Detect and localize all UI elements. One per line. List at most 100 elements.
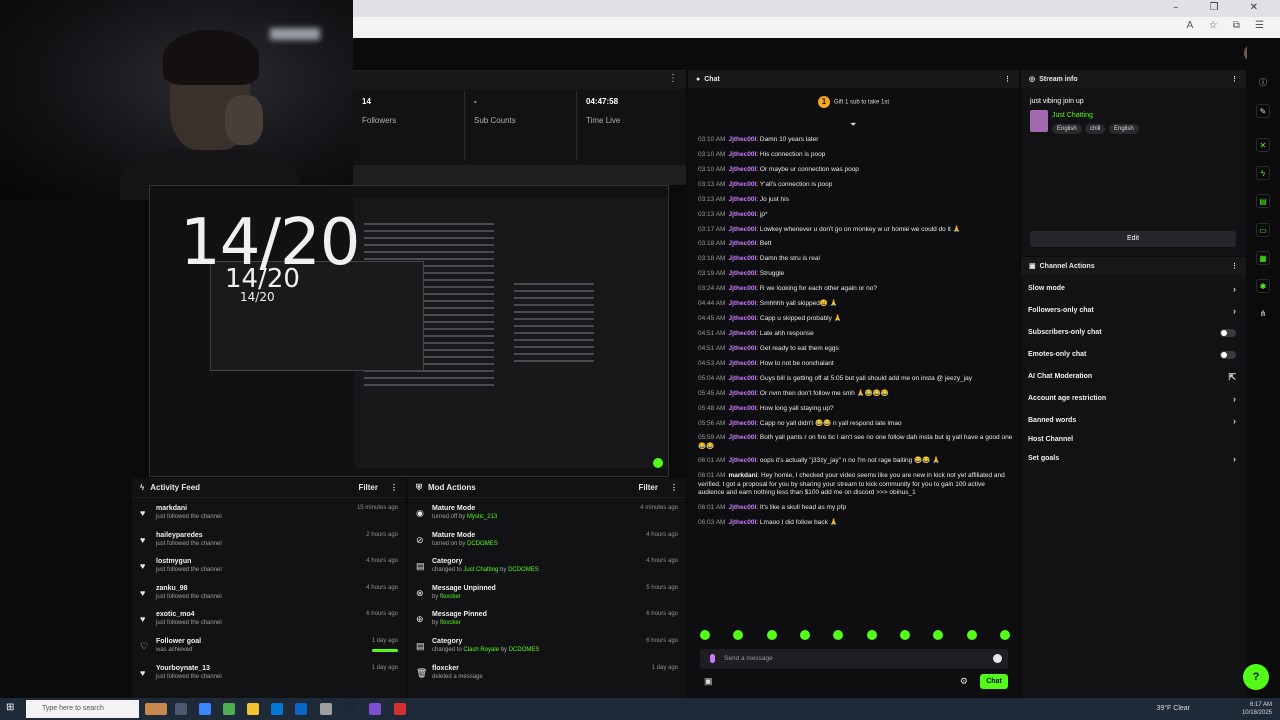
pencil-icon[interactable]: ✎ — [1256, 104, 1270, 118]
app-icon[interactable] — [394, 703, 406, 715]
chat-message[interactable]: 04:53 AM Jjthec00l: How to not be nonchal… — [698, 360, 1013, 368]
list-item[interactable]: ⊘ Mature Mode turned on by DCDOMES 4 hours … — [408, 529, 686, 556]
list-item[interactable]: ♥ exotic_mo4 just followed the channel 6 ho… — [132, 608, 406, 635]
chat-message[interactable]: 03:10 AM Jjthec00l: Or maybe ur connectio… — [698, 166, 1013, 174]
chat-username[interactable]: Jjthec00l — [728, 504, 756, 511]
list-item[interactable]: ♥ Yourboynate_13 just followed the channel… — [132, 662, 406, 689]
gift-icon[interactable]: ▣ — [704, 676, 713, 687]
chat-message[interactable]: 03:13 AM Jjthec00l: jp* — [698, 211, 1013, 219]
chat-message[interactable]: 03:13 AM Jjthec00l: Jo just his — [698, 196, 1013, 204]
chat-username[interactable]: Jjthec00l — [728, 270, 756, 277]
list-item[interactable]: ⊕ Message Pinned by floxcker 6 hours ago — [408, 608, 686, 635]
stream-preview[interactable]: 14/20 14/20 14/20 — [149, 185, 669, 477]
list-item[interactable]: ♥ markdani just followed the channel 15 min… — [132, 502, 406, 529]
address-bar[interactable] — [353, 17, 1280, 38]
action-banned-words[interactable]: Banned words › — [1021, 410, 1246, 432]
chrome-icon[interactable] — [223, 703, 235, 715]
obs-icon[interactable] — [320, 703, 332, 715]
chat-message[interactable]: 06:03 AM Jjthec00l: Lmaoo I did follow ba… — [698, 519, 1013, 527]
chat-message[interactable]: 03:10 AM Jjthec00l: His connection is poo… — [698, 151, 1013, 159]
list-item[interactable]: 🗑 floxcker deleted a message 1 day ago — [408, 662, 686, 689]
stream-category[interactable]: Just Chatting — [1052, 112, 1093, 119]
chat-message[interactable]: 06:01 AM Jjthec00l: It's like a skull hea… — [698, 504, 1013, 512]
chat-message[interactable]: 06:01 AM Jjthec00l: oops it's actually "j… — [698, 457, 1013, 465]
more-icon[interactable]: ⋮ — [670, 483, 678, 492]
chat-username[interactable]: Jjthec00l — [728, 390, 756, 397]
mic-icon[interactable] — [710, 654, 715, 663]
chat-message[interactable]: 03:18 AM Jjthec00l: Damn the stru is real — [698, 255, 1013, 263]
emote-icon[interactable] — [700, 630, 710, 640]
chat-username[interactable]: Jjthec00l — [728, 166, 756, 173]
chat-username[interactable]: Jjthec00l — [728, 240, 756, 247]
chat-username[interactable]: Jjthec00l — [728, 315, 756, 322]
chat-username[interactable]: Jjthec00l — [728, 330, 756, 337]
action-subscribers-only[interactable]: Subscribers-only chat — [1021, 322, 1246, 344]
chat-message[interactable]: 04:45 AM Jjthec00l: Capp u skipped probab… — [698, 315, 1013, 323]
outlook-icon[interactable] — [295, 703, 307, 715]
chat-username[interactable]: Jjthec00l — [728, 255, 756, 262]
chat-username[interactable]: Jjthec00l — [728, 181, 756, 188]
chat-message[interactable]: 03:19 AM Jjthec00l: Struggle — [698, 270, 1013, 278]
info-icon[interactable]: ⓘ — [1256, 76, 1270, 90]
folder-icon[interactable] — [247, 703, 259, 715]
chat-message[interactable]: 04:51 AM Jjthec00l: Get ready to eat them… — [698, 345, 1013, 353]
chat-username[interactable]: Jjthec00l — [728, 285, 756, 292]
windows-start-icon[interactable]: ⊞ — [6, 702, 14, 713]
action-emotes-only[interactable]: Emotes-only chat — [1021, 344, 1246, 366]
list-item[interactable]: ▤ Category changed to Clash Royale by DCDO… — [408, 635, 686, 662]
grid-icon[interactable]: ▦ — [1256, 251, 1270, 265]
system-clock[interactable]: 6:17 AM 10/18/2025 — [1242, 701, 1272, 717]
chat-message[interactable]: 03:24 AM Jjthec00l: R we looking for each… — [698, 285, 1013, 293]
list-item[interactable]: ♥ zanku_98 just followed the channel 4 hour… — [132, 582, 406, 609]
list-item[interactable]: ♥ haileyparedes just followed the channel 2… — [132, 529, 406, 556]
gear-icon[interactable]: ⚙ — [960, 676, 968, 687]
browser-toolbar-icons[interactable]: A ☆ ⧉ ☰ — [1187, 20, 1270, 31]
action-set-goals[interactable]: Set goals › — [1021, 448, 1246, 470]
chat-username[interactable]: Jjthec00l — [728, 300, 756, 307]
more-icon[interactable]: ⋮ — [1231, 75, 1238, 83]
filter-icon[interactable]: ⏷ — [850, 120, 856, 130]
edge-icon[interactable] — [199, 703, 211, 715]
help-fab[interactable]: ? — [1243, 664, 1269, 690]
chat-username[interactable]: Jjthec00l — [728, 196, 756, 203]
more-icon[interactable]: ⋮ — [668, 73, 678, 84]
steam-icon[interactable] — [344, 703, 356, 715]
emote-icon[interactable] — [866, 630, 877, 640]
chat-username[interactable]: Jjthec00l — [728, 434, 756, 441]
chat-message[interactable]: 04:44 AM Jjthec00l: Smhhhh yall skipped😩 … — [698, 300, 1013, 308]
chat-username[interactable]: Jjthec00l — [728, 151, 756, 158]
more-icon[interactable]: ⋮ — [1004, 75, 1011, 83]
chat-username[interactable]: markdani — [728, 472, 757, 479]
edit-stream-button[interactable]: Edit — [1030, 231, 1236, 247]
store-icon[interactable] — [271, 703, 283, 715]
chat-message[interactable]: 05:48 AM Jjthec00l: How long yall staying… — [698, 405, 1013, 413]
chat-message[interactable]: 03:18 AM Jjthec00l: Bett — [698, 240, 1013, 248]
taskbar-search[interactable]: Type here to search — [26, 700, 139, 718]
emote-icon[interactable] — [966, 630, 977, 640]
chat-username[interactable]: Jjthec00l — [728, 375, 756, 382]
app-thumbnail-icon[interactable] — [145, 703, 167, 715]
action-account-age[interactable]: Account age restriction › — [1021, 388, 1246, 410]
chat-message[interactable]: 03:17 AM Jjthec00l: Lowkey whenever u don… — [698, 226, 1013, 234]
task-view-icon[interactable] — [175, 703, 187, 715]
action-followers-only[interactable]: Followers-only chat › — [1021, 300, 1246, 322]
chat-message[interactable]: 06:01 AM markdani: Hey homie, I checked y… — [698, 472, 1013, 496]
chat-username[interactable]: Jjthec00l — [728, 345, 756, 352]
chat-username[interactable]: Jjthec00l — [728, 360, 756, 367]
list-item[interactable]: ♡ Follower goal was achieved 1 day ago — [132, 635, 406, 662]
chat-message[interactable]: 05:56 AM Jjthec00l: Capp no yall didn't 😂… — [698, 420, 1013, 428]
chat-username[interactable]: Jjthec00l — [728, 457, 756, 464]
settings-icon[interactable]: ✱ — [1256, 279, 1270, 293]
list-item[interactable]: ♥ lostmygun just followed the channel 4 hou… — [132, 555, 406, 582]
chat-message[interactable]: 05:45 AM Jjthec00l: Or nvm then don't fol… — [698, 390, 1013, 398]
clipboard-icon[interactable]: ▤ — [1256, 194, 1270, 208]
chat-username[interactable]: Jjthec00l — [728, 211, 756, 218]
chat-message[interactable]: 03:10 AM Jjthec00l: Damn 10 years later — [698, 136, 1013, 144]
chat-icon[interactable]: ▭ — [1256, 223, 1270, 237]
chat-username[interactable]: Jjthec00l — [728, 405, 756, 412]
action-host-channel[interactable]: Host Channel — [1021, 432, 1246, 448]
chat-message[interactable]: 05:04 AM Jjthec00l: Guys bill is getting … — [698, 375, 1013, 383]
chat-username[interactable]: Jjthec00l — [728, 420, 756, 427]
chat-message[interactable]: 04:51 AM Jjthec00l: Late ahh response — [698, 330, 1013, 338]
gift-sub-banner[interactable]: 1 Gift 1 sub to take 1st — [688, 96, 1019, 108]
